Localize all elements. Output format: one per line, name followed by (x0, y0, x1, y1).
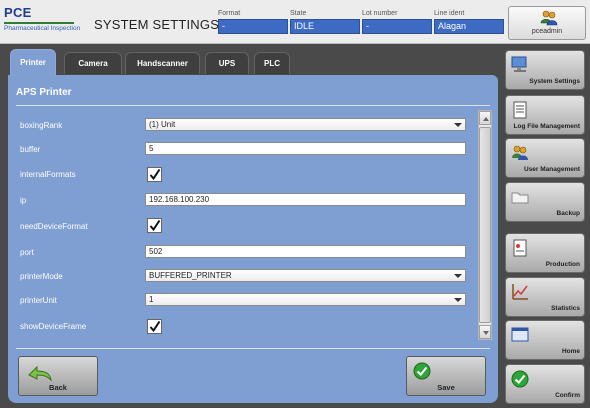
status-lot-number: Lot number - (362, 9, 432, 34)
row-label-printer-mode: printerMode (20, 272, 63, 281)
vertical-scrollbar[interactable] (478, 110, 492, 340)
port-value: 502 (149, 247, 163, 256)
tab-plc[interactable]: PLC (254, 52, 290, 74)
ip-field[interactable]: 192.168.100.230 (145, 193, 466, 206)
panel-title: APS Printer (16, 87, 72, 98)
save-label: Save (437, 383, 455, 392)
sidebar-label-statistics: Statistics (551, 305, 580, 312)
row-label-show-device-frame: showDeviceFrame (20, 322, 87, 331)
folder-icon (511, 192, 529, 204)
scroll-down-button[interactable] (479, 325, 491, 339)
user-button[interactable]: pceadmin (508, 6, 586, 40)
back-arrow-icon (28, 365, 52, 382)
boxing-rank-select[interactable]: (1) Unit (145, 118, 466, 131)
chevron-down-icon (454, 298, 462, 302)
boxing-rank-value: (1) Unit (149, 120, 176, 129)
row-label-boxing-rank: boxingRank (20, 121, 63, 130)
sidebar-label-production: Production (545, 261, 580, 268)
sidebar-user-management-button[interactable]: User Management (505, 138, 585, 178)
document-icon (513, 101, 527, 119)
row-label-need-device-format: needDeviceFormat (20, 222, 88, 231)
save-button[interactable]: Save (406, 356, 486, 396)
production-icon (513, 239, 527, 257)
printer-mode-select[interactable]: BUFFERED_PRINTER (145, 269, 466, 282)
logo-underline (4, 22, 74, 24)
tab-camera[interactable]: Camera (64, 52, 122, 74)
user-name: pceadmin (531, 28, 563, 35)
pce-logo: PCE Pharmaceutical Inspection (4, 5, 80, 39)
computer-icon (511, 56, 527, 72)
users-icon (540, 10, 558, 26)
page-title: SYSTEM SETTINGS (94, 17, 220, 32)
row-label-ip: ip (20, 196, 27, 205)
port-field[interactable]: 502 (145, 245, 466, 258)
check-icon (413, 362, 431, 380)
status-format-value: - (218, 19, 288, 34)
sidebar-label-home: Home (561, 348, 580, 355)
chevron-up-icon (483, 117, 489, 121)
sidebar-backup-button[interactable]: Backup (505, 182, 585, 222)
sidebar-confirm-button[interactable]: Confirm (505, 364, 585, 404)
buffer-value: 5 (149, 144, 154, 153)
printer-mode-value: BUFFERED_PRINTER (149, 271, 232, 280)
users-icon (512, 145, 528, 160)
sidebar-statistics-button[interactable]: Statistics (505, 277, 585, 317)
settings-panel: APS Printer boxingRank (1) Unit buffer 5… (8, 75, 498, 403)
status-lot-label: Lot number (362, 10, 398, 17)
show-device-frame-checkbox[interactable] (147, 319, 162, 334)
status-format: Format - (218, 9, 288, 34)
internal-formats-checkbox[interactable] (147, 167, 162, 182)
status-line-label: Line ident (434, 10, 465, 17)
status-state: State IDLE (290, 9, 360, 34)
tab-handscanner[interactable]: Handscanner (125, 52, 200, 74)
status-state-value: IDLE (290, 19, 360, 34)
tab-ups[interactable]: UPS (205, 52, 249, 74)
row-label-buffer: buffer (20, 145, 41, 154)
back-label: Back (49, 383, 67, 392)
checkmark-icon (149, 219, 161, 232)
scroll-thumb[interactable] (479, 127, 491, 323)
logo-brand: PCE (4, 5, 32, 20)
row-label-port: port (20, 248, 34, 257)
need-device-format-checkbox[interactable] (147, 218, 162, 233)
checkmark-icon (149, 320, 161, 333)
panel-divider (16, 105, 490, 106)
sidebar-home-button[interactable]: Home (505, 320, 585, 360)
sidebar-label-log-file: Log File Management (513, 123, 580, 130)
sidebar-label-user-management: User Management (524, 166, 580, 173)
row-label-internal-formats: internalFormats (20, 170, 76, 179)
chevron-down-icon (454, 123, 462, 127)
status-state-label: State (290, 10, 307, 17)
row-label-printer-unit: printerUnit (20, 296, 57, 305)
chevron-down-icon (483, 331, 489, 335)
ip-value: 192.168.100.230 (149, 195, 210, 204)
sidebar-production-button[interactable]: Production (505, 233, 585, 273)
back-button[interactable]: Back (18, 356, 98, 396)
buffer-field[interactable]: 5 (145, 142, 466, 155)
chart-icon (512, 284, 528, 300)
sidebar-label-system-settings: System Settings (529, 78, 580, 85)
logo-subtitle: Pharmaceutical Inspection (4, 25, 81, 32)
sidebar-label-backup: Backup (556, 210, 580, 217)
scroll-up-button[interactable] (479, 111, 491, 125)
status-line-ident: Line ident Alagan (434, 9, 504, 34)
sidebar-log-file-button[interactable]: Log File Management (505, 95, 585, 135)
check-icon (511, 370, 529, 388)
sidebar-system-settings-button[interactable]: System Settings (505, 50, 585, 90)
sidebar-label-confirm: Confirm (555, 392, 580, 399)
status-lot-value: - (362, 19, 432, 34)
status-format-label: Format (218, 10, 241, 17)
panel-bottom-divider (16, 348, 490, 349)
printer-unit-select[interactable]: 1 (145, 293, 466, 306)
checkmark-icon (149, 168, 161, 181)
header-bar: PCE Pharmaceutical Inspection SYSTEM SET… (0, 0, 590, 44)
printer-unit-value: 1 (149, 295, 154, 304)
status-line-value: Alagan (434, 19, 504, 34)
home-icon (511, 327, 529, 342)
tab-printer[interactable]: Printer (10, 49, 56, 76)
chevron-down-icon (454, 274, 462, 278)
